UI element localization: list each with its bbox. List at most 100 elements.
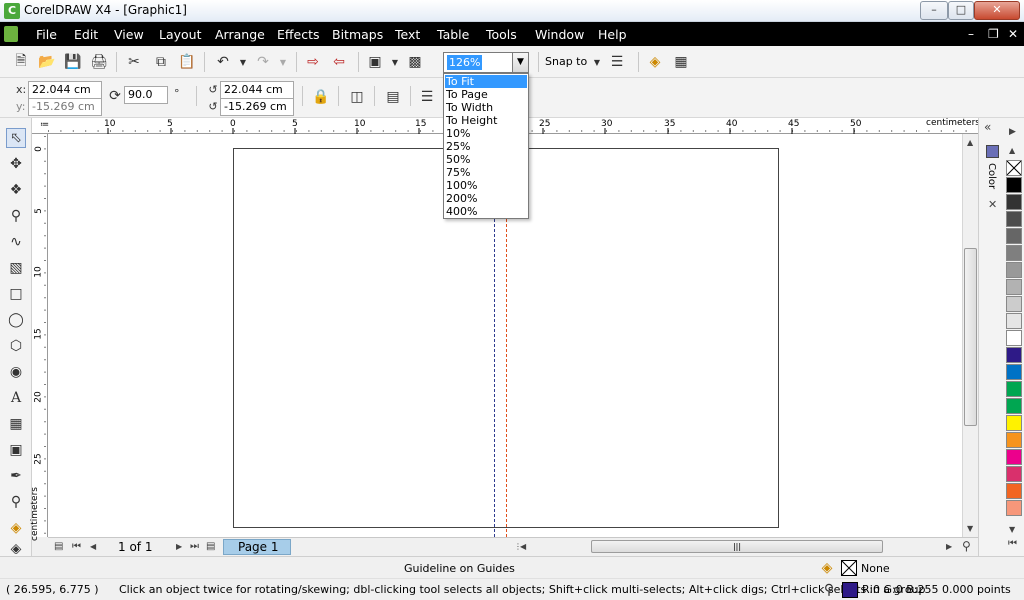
palette-swatch[interactable]	[1006, 500, 1022, 516]
menu-layout[interactable]: Layout	[159, 27, 202, 42]
menu-edit[interactable]: Edit	[74, 27, 98, 42]
vertical-ruler[interactable]: 0 5 10 15 20 25 centimeters	[30, 134, 48, 541]
zoom-level-combo[interactable]: 126% ▼	[443, 52, 529, 73]
outline-pen-indicator-icon[interactable]: ⚲	[820, 581, 838, 599]
palette-swatch[interactable]	[1006, 211, 1022, 227]
snap-options-icon[interactable]: ☰	[418, 88, 436, 106]
zoom-option-50[interactable]: 50%	[445, 153, 527, 166]
previous-page-icon[interactable]: ◀	[90, 542, 96, 551]
fill-indicator-icon[interactable]: ◈	[818, 559, 836, 577]
menu-bitmaps[interactable]: Bitmaps	[332, 27, 383, 42]
palette-swatch[interactable]	[1006, 381, 1022, 397]
zoom-option-200[interactable]: 200%	[445, 192, 527, 205]
crop-tool-icon[interactable]: ❖	[6, 180, 26, 200]
palette-swatch[interactable]	[1006, 449, 1022, 465]
mdi-close-button[interactable]: ✕	[1008, 27, 1018, 41]
eyedropper-tool-icon[interactable]: ✒	[6, 466, 26, 486]
scroll-up-icon[interactable]: ▲	[967, 138, 973, 147]
minimize-button[interactable]: –	[920, 1, 948, 20]
pick-tool-icon[interactable]: ⬁	[6, 128, 26, 148]
scroll-down-icon[interactable]: ▼	[967, 524, 973, 533]
fill-bucket-icon[interactable]: ◈	[646, 53, 664, 71]
options-icon[interactable]: ☰	[608, 53, 626, 71]
maximize-button[interactable]: □	[948, 1, 974, 20]
basic-shapes-tool-icon[interactable]: ◉	[6, 362, 26, 382]
palette-last-icon[interactable]: ⏮	[1008, 538, 1017, 549]
palette-swatch[interactable]	[1006, 194, 1022, 210]
menu-view[interactable]: View	[114, 27, 144, 42]
redo-icon[interactable]: ↷	[254, 53, 272, 71]
palette-swatch[interactable]	[1006, 398, 1022, 414]
palette-swatch[interactable]	[1006, 483, 1022, 499]
table-tool-icon[interactable]: ▦	[6, 414, 26, 434]
navigator-zoom-icon[interactable]: ⚲	[962, 539, 971, 553]
palette-swatch[interactable]	[1006, 466, 1022, 482]
print-icon[interactable]: 🖨	[90, 53, 108, 71]
scroll-right-icon[interactable]: ▶	[946, 542, 952, 551]
color-docker-tab[interactable]: Color	[986, 163, 997, 189]
zoom-option-400[interactable]: 400%	[445, 205, 527, 218]
page-tab[interactable]: Page 1	[223, 539, 291, 555]
palette-menu-icon[interactable]: ▶	[1009, 127, 1016, 137]
insert-page-after-icon[interactable]: ▤	[206, 541, 215, 552]
menu-table[interactable]: Table	[437, 27, 469, 42]
first-page-icon[interactable]: ⏮	[72, 541, 81, 552]
zoom-option-to-height[interactable]: To Height	[445, 114, 527, 127]
shape-tool-icon[interactable]: ✥	[6, 154, 26, 174]
coreldraw-app-icon[interactable]: C	[4, 3, 20, 19]
docker-collapse-icon[interactable]: «	[984, 120, 991, 134]
palette-scroll-up-icon[interactable]: ▲	[1009, 146, 1015, 155]
menu-text[interactable]: Text	[395, 27, 420, 42]
menu-effects[interactable]: Effects	[277, 27, 320, 42]
palette-swatch[interactable]	[1006, 313, 1022, 329]
outline-color-swatch[interactable]	[842, 582, 858, 598]
redo-dropdown-icon[interactable]: ▼	[274, 53, 292, 71]
vertical-scrollbar[interactable]: ▲ ▼	[962, 134, 978, 537]
last-page-icon[interactable]: ⏭	[190, 541, 199, 552]
mdi-restore-button[interactable]: ❐	[988, 27, 999, 41]
guideline-x-field[interactable]: 22.044 cm	[220, 81, 294, 99]
smart-fill-tool-icon[interactable]: ▧	[6, 258, 26, 278]
menu-window[interactable]: Window	[535, 27, 584, 42]
zoom-dropdown-arrow-icon[interactable]: ▼	[512, 53, 528, 72]
horizontal-scroll-thumb[interactable]: |||	[591, 540, 883, 553]
palette-swatch[interactable]	[1006, 245, 1022, 261]
close-button[interactable]: ✕	[974, 1, 1020, 20]
vertical-scroll-thumb[interactable]	[964, 248, 977, 426]
fill-none-swatch[interactable]	[841, 560, 857, 576]
zoom-option-10[interactable]: 10%	[445, 127, 527, 140]
x-position-field[interactable]: 22.044 cm	[28, 81, 102, 99]
grid-icon[interactable]: ▦	[672, 53, 690, 71]
paste-icon[interactable]: 📋	[178, 53, 196, 71]
launcher-dropdown-icon[interactable]: ▼	[386, 53, 404, 71]
zoom-option-100[interactable]: 100%	[445, 179, 527, 192]
ellipse-tool-icon[interactable]: ◯	[6, 310, 26, 330]
menu-arrange[interactable]: Arrange	[215, 27, 265, 42]
zoom-option-to-page[interactable]: To Page	[445, 88, 527, 101]
palette-swatch[interactable]	[1006, 364, 1022, 380]
palette-swatch[interactable]	[1006, 432, 1022, 448]
zoom-option-75[interactable]: 75%	[445, 166, 527, 179]
snap-to-label[interactable]: Snap to	[545, 55, 587, 68]
palette-swatch[interactable]	[1006, 262, 1022, 278]
interactive-fill-tool-icon[interactable]: ◈	[6, 544, 26, 554]
palette-swatch[interactable]	[1006, 415, 1022, 431]
palette-scroll-down-icon[interactable]: ▼	[1009, 525, 1015, 534]
zoom-level-value[interactable]: 126%	[447, 55, 483, 70]
document-icon[interactable]	[4, 26, 18, 42]
application-launcher-icon[interactable]: ▣	[366, 53, 384, 71]
rotation-mode-icon[interactable]: ◫	[348, 88, 366, 106]
rotation-angle-field[interactable]: 90.0	[124, 86, 168, 104]
palette-swatch[interactable]	[1006, 177, 1022, 193]
zoom-option-25[interactable]: 25%	[445, 140, 527, 153]
save-icon[interactable]: 💾	[64, 53, 82, 71]
import-icon[interactable]: ⇨	[304, 53, 322, 71]
export-icon[interactable]: ⇦	[330, 53, 348, 71]
palette-swatch[interactable]	[1006, 296, 1022, 312]
palette-swatch[interactable]	[1006, 347, 1022, 363]
menu-tools[interactable]: Tools	[486, 27, 517, 42]
lock-icon[interactable]: 🔒	[312, 88, 330, 106]
insert-page-before-icon[interactable]: ▤	[54, 541, 63, 552]
guideline-y-field[interactable]: -15.269 cm	[220, 98, 294, 116]
scroll-left-icon[interactable]: ◀	[520, 542, 526, 551]
